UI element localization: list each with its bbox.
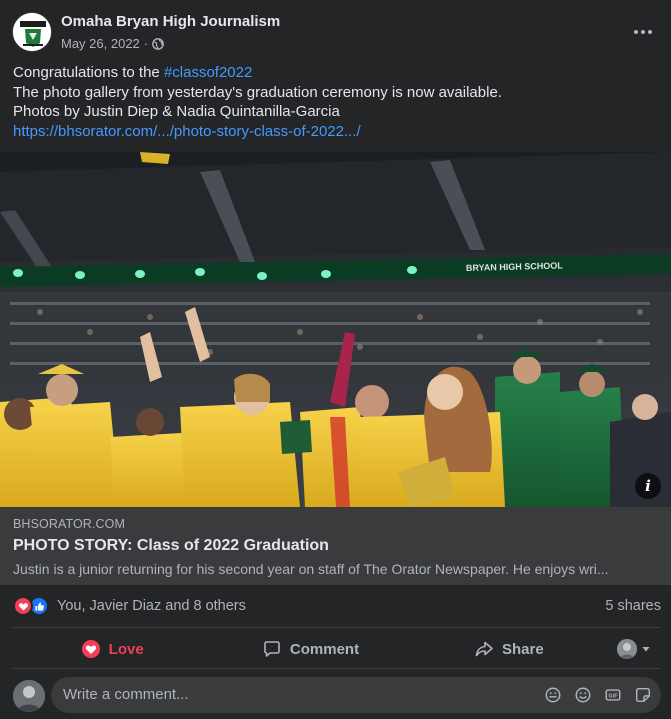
love-reaction-icon — [13, 596, 33, 616]
sticker-icon[interactable] — [633, 685, 653, 705]
preview-domain: BHSORATOR.COM — [13, 517, 125, 531]
love-label: Love — [108, 640, 144, 658]
comment-button[interactable]: Comment — [211, 631, 409, 667]
more-icon — [634, 30, 638, 34]
divider — [13, 668, 660, 669]
gif-icon[interactable]: GIF — [603, 685, 623, 705]
share-label: Share — [501, 640, 544, 658]
comment-composer: Write a comment... GIF — [13, 677, 661, 713]
composer-icons: GIF — [543, 685, 653, 705]
action-bar: Love Comment Share — [13, 631, 660, 667]
post-header: Omaha Bryan High Journalism May 26, 2022… — [12, 12, 659, 54]
reaction-icons[interactable] — [13, 596, 49, 616]
avatar[interactable] — [13, 680, 45, 712]
caption-line-1: Congratulations to the — [13, 64, 164, 81]
love-button[interactable]: Love — [13, 631, 211, 667]
divider — [13, 627, 660, 628]
caption-line-3: Photos by Justin Diep & Nadia Quintanill… — [13, 103, 340, 120]
hashtag-link[interactable]: #classof2022 — [164, 64, 252, 81]
reaction-names[interactable]: You, Javier Diaz and 8 others — [57, 598, 246, 614]
heart-icon — [81, 640, 100, 658]
preview-title[interactable]: PHOTO STORY: Class of 2022 Graduation — [13, 537, 329, 555]
page-name[interactable]: Omaha Bryan High Journalism — [61, 13, 280, 30]
globe-icon — [152, 37, 165, 50]
comment-icon — [264, 641, 280, 657]
share-button[interactable]: Share — [410, 631, 608, 667]
shares-count[interactable]: 5 shares — [605, 598, 661, 614]
post-photo[interactable]: BRYAN HIGH SCHOOL i — [0, 152, 671, 507]
emoji-icon[interactable] — [573, 685, 593, 705]
more-options-button[interactable] — [627, 16, 659, 48]
reaction-audience-selector[interactable] — [608, 631, 660, 667]
svg-text:GIF: GIF — [609, 693, 619, 699]
share-icon — [475, 641, 493, 657]
post-caption: Congratulations to the #classof2022 The … — [13, 63, 658, 141]
post-date[interactable]: May 26, 2022 — [61, 36, 140, 51]
avatar-sticker-icon[interactable] — [543, 685, 563, 705]
meta-separator: · — [143, 36, 149, 51]
info-icon[interactable]: i — [635, 473, 661, 499]
comment-input-box[interactable]: Write a comment... GIF — [51, 677, 661, 713]
avatar — [616, 639, 637, 659]
comment-input[interactable]: Write a comment... — [63, 686, 189, 703]
caret-down-icon — [642, 647, 650, 652]
comment-label: Comment — [289, 640, 360, 658]
facebook-post: Omaha Bryan High Journalism May 26, 2022… — [0, 0, 671, 719]
graduation-photo: BRYAN HIGH SCHOOL — [0, 152, 671, 507]
preview-description: Justin is a junior returning for his sec… — [13, 561, 609, 577]
page-avatar[interactable] — [12, 12, 52, 52]
caption-line-2: The photo gallery from yesterday's gradu… — [13, 83, 502, 101]
post-meta: May 26, 2022 · — [61, 36, 165, 51]
article-url-link[interactable]: https://bhsorator.com/.../photo-story-cl… — [13, 122, 658, 142]
link-preview[interactable]: BHSORATOR.COM PHOTO STORY: Class of 2022… — [0, 507, 671, 585]
reactions-summary: You, Javier Diaz and 8 others 5 shares — [13, 596, 661, 618]
